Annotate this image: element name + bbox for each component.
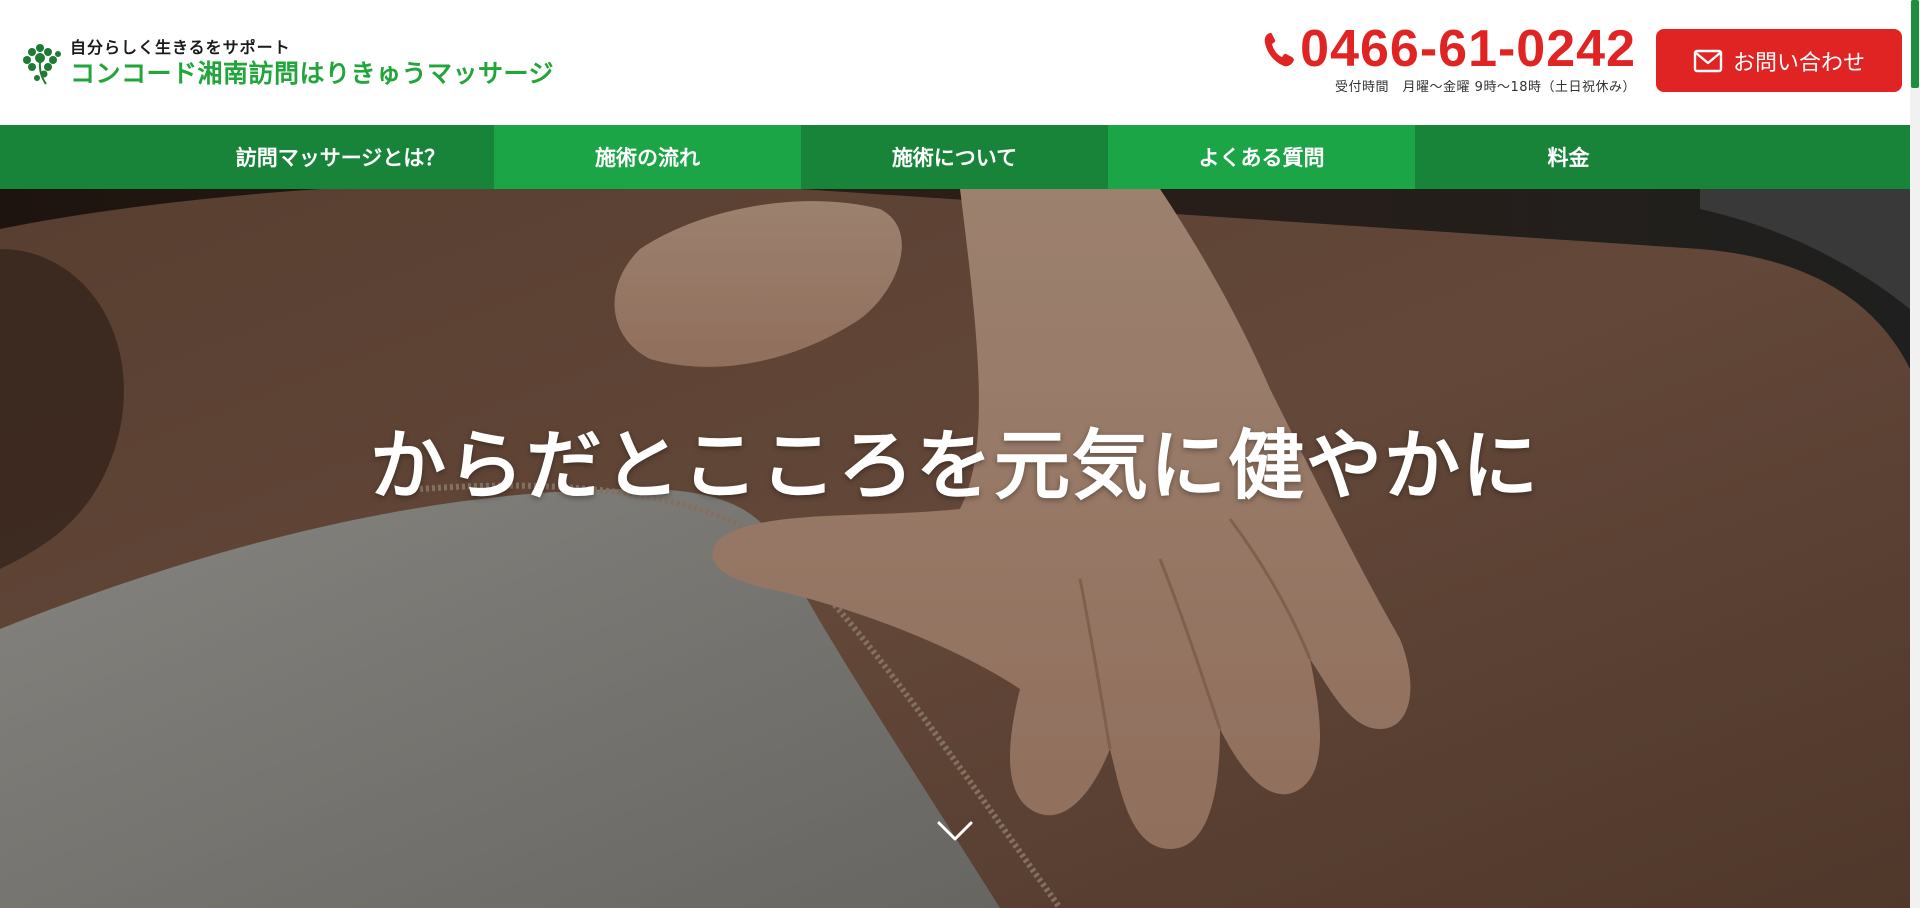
scrollbar-thumb[interactable]: [1911, 0, 1919, 88]
page-scrollbar[interactable]: [1910, 0, 1920, 908]
clover-logo-icon: [23, 44, 61, 85]
hero-section: からだとこころを元気に健やかに: [0, 189, 1910, 908]
inquiry-button[interactable]: お問い合わせ: [1656, 29, 1902, 92]
phone-contact-link[interactable]: 0466-61-0242 受付時間 月曜～金曜 9時～18時（土日祝休み）: [1262, 20, 1636, 95]
phone-icon: [1264, 32, 1295, 67]
nav-item-about-visiting-massage[interactable]: 訪問マッサージとは？: [187, 125, 494, 189]
hero-title: からだとこころを元気に健やかに: [370, 421, 1540, 510]
mail-icon: [1693, 49, 1723, 72]
inquiry-button-label: お問い合わせ: [1732, 50, 1865, 76]
nav-item-pricing[interactable]: 料金: [1415, 125, 1722, 189]
brand-text: 自分らしく生きるをサポート コンコード湘南訪問はりきゅうマッサージ: [70, 38, 554, 90]
brand-tagline: 自分らしく生きるをサポート: [70, 38, 291, 57]
phone-number: 0466-61-0242: [1300, 20, 1636, 78]
main-nav: 訪問マッサージとは？ 施術の流れ 施術について よくある質問 料金: [0, 125, 1910, 189]
nav-item-faq[interactable]: よくある質問: [1108, 125, 1415, 189]
business-hours: 受付時間 月曜～金曜 9時～18時（土日祝休み）: [1335, 80, 1636, 95]
nav-item-about-treatment[interactable]: 施術について: [801, 125, 1108, 189]
phone-row: 0466-61-0242: [1262, 20, 1636, 78]
brand-name: コンコード湘南訪問はりきゅうマッサージ: [70, 59, 555, 88]
nav-item-treatment-flow[interactable]: 施術の流れ: [494, 125, 801, 189]
hero-overlay: [0, 189, 1910, 908]
site-header: 自分らしく生きるをサポート コンコード湘南訪問はりきゅうマッサージ 0466-6…: [0, 0, 1910, 125]
chevron-down-icon[interactable]: [936, 819, 974, 845]
brand-home-link[interactable]: 自分らしく生きるをサポート コンコード湘南訪問はりきゅうマッサージ: [18, 38, 554, 90]
